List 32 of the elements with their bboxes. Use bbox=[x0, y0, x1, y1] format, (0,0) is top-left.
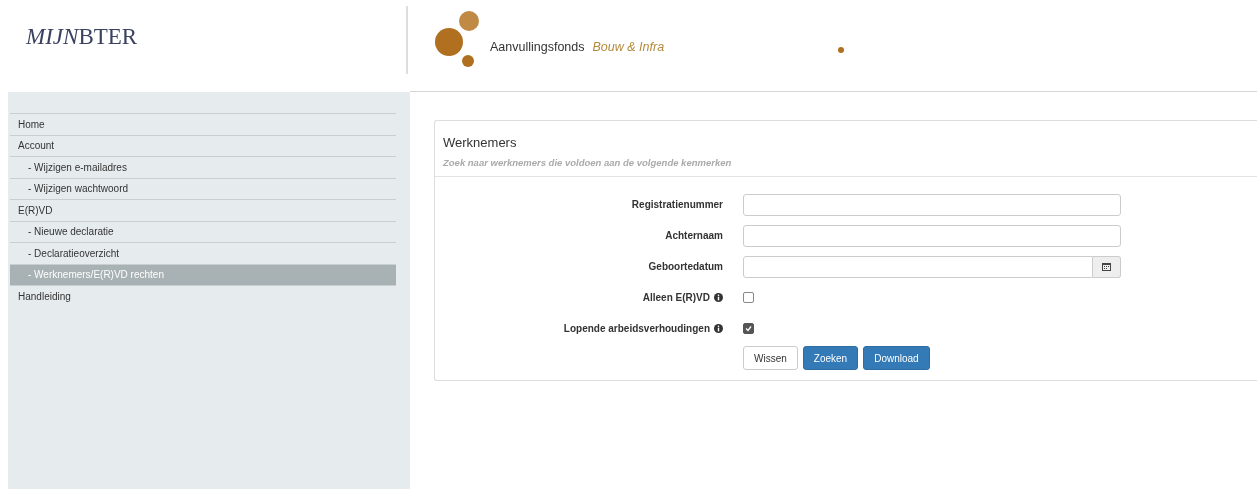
dot-icon bbox=[838, 47, 844, 53]
sidebar-item[interactable]: Handleiding bbox=[10, 285, 396, 307]
panel-subtitle: Zoek naar werknemers die voldoen aan de volgende kenmerken bbox=[443, 157, 732, 168]
field-label: Alleen E(R)VD bbox=[642, 292, 710, 303]
text-field[interactable] bbox=[743, 224, 1121, 247]
field-label: Registratienummer bbox=[631, 199, 723, 210]
sidebar-item[interactable]: - Declaratieoverzicht bbox=[10, 242, 396, 264]
field-label: Lopende arbeidsverhoudingen bbox=[563, 323, 710, 334]
logo-text: MIJNBTER bbox=[26, 24, 138, 49]
sidebar-item[interactable]: - Wijzigen wachtwoord bbox=[10, 177, 396, 199]
sidebar-item[interactable]: - Wijzigen e-mailadres bbox=[10, 156, 396, 178]
calendar-button[interactable] bbox=[1093, 255, 1121, 278]
panel-title: Werknemers bbox=[443, 135, 517, 150]
field-label: Geboortedatum bbox=[648, 261, 723, 272]
sidebar-item[interactable]: - Nieuwe declaratie bbox=[10, 220, 396, 242]
primary-button[interactable]: Zoeken bbox=[802, 346, 859, 370]
sidebar-item[interactable]: Account bbox=[10, 134, 396, 156]
circles-logo-icon bbox=[434, 9, 482, 67]
brand-name: Aanvullingsfonds bbox=[490, 39, 585, 54]
calendar-icon bbox=[1102, 262, 1111, 271]
sidebar-item[interactable]: E(R)VD bbox=[10, 199, 396, 221]
date-field[interactable] bbox=[743, 255, 1093, 278]
field-label: Achternaam bbox=[665, 230, 723, 241]
text-field[interactable] bbox=[743, 193, 1121, 216]
checkbox[interactable] bbox=[743, 292, 754, 303]
sidebar-item[interactable]: Home bbox=[10, 113, 396, 135]
info-icon bbox=[714, 293, 723, 302]
default-button[interactable]: Wissen bbox=[743, 346, 798, 370]
info-icon bbox=[714, 324, 723, 333]
primary-button[interactable]: Download bbox=[863, 346, 930, 370]
brand-subtitle: Bouw & Infra bbox=[592, 39, 665, 54]
checkbox[interactable] bbox=[743, 323, 754, 334]
